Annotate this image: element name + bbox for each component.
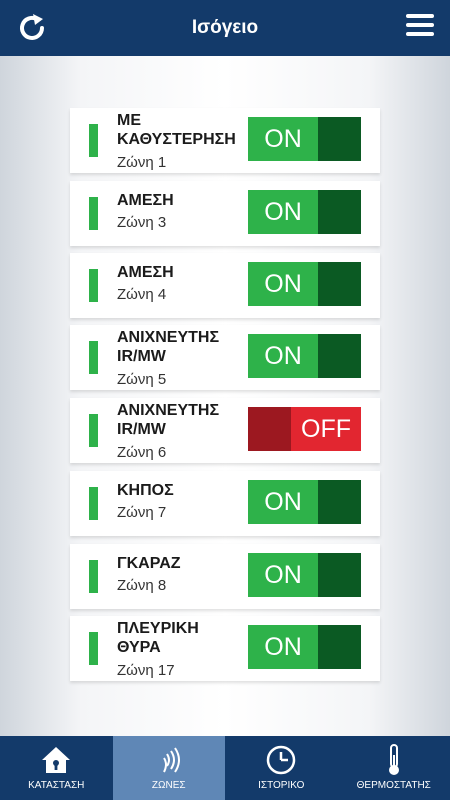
zone-toggle[interactable]: ON: [248, 553, 361, 597]
refresh-button[interactable]: [14, 10, 50, 46]
zone-card: ΑΝΙΧΝΕΥΤΗΣ IR/MW Ζώνη 6 OFF: [70, 398, 380, 463]
zone-toggle[interactable]: ON: [248, 190, 361, 234]
nav-item-thermostat[interactable]: ΘΕΡΜΟΣΤΑΤΗΣ: [338, 736, 450, 800]
zone-status-indicator: [89, 414, 98, 447]
home-icon: [40, 743, 72, 777]
thermometer-icon: [378, 743, 410, 777]
zone-status-indicator: [89, 560, 98, 593]
zone-card: ΑΜΕΣΗ Ζώνη 4 ON: [70, 253, 380, 318]
refresh-icon: [20, 14, 44, 40]
toggle-label: ON: [248, 334, 318, 378]
page-title: Ισόγειο: [191, 17, 259, 38]
zone-name: ΑΝΙΧΝΕΥΤΗΣ IR/MW: [117, 329, 220, 365]
wireless-icon: [153, 743, 185, 777]
bottom-navigation: ΚΑΤΑΣΤΑΣΗ ΖΩΝΕΣ ΙΣΤΟΡΙΚΟ ΘΕΡΜΟΣΤΑΤΗΣ: [0, 736, 450, 800]
nav-item-label: ΘΕΡΜΟΣΤΑΤΗΣ: [356, 780, 431, 791]
toggle-knob: [318, 334, 361, 378]
zone-status-indicator: [89, 124, 98, 157]
zone-name: ΓΚΑΡΑΖ: [117, 555, 181, 572]
toggle-knob: [248, 407, 291, 451]
zone-card: ΠΛΕΥΡΙΚΗ ΘΥΡΑ Ζώνη 17 ON: [70, 616, 380, 681]
zone-number: Ζώνη 3: [117, 214, 167, 231]
zone-name: ΠΛΕΥΡΙΚΗ ΘΥΡΑ: [117, 620, 199, 656]
toggle-knob: [318, 553, 361, 597]
clock-icon: [265, 743, 297, 777]
zone-number: Ζώνη 5: [117, 371, 167, 388]
zone-card: ΑΝΙΧΝΕΥΤΗΣ IR/MW Ζώνη 5 ON: [70, 325, 380, 390]
zone-toggle[interactable]: ON: [248, 334, 361, 378]
zone-number: Ζώνη 6: [117, 444, 167, 461]
zone-toggle[interactable]: ON: [248, 480, 361, 524]
nav-item-label: ΚΑΤΑΣΤΑΣΗ: [28, 780, 85, 791]
zone-name: ΑΜΕΣΗ: [117, 192, 174, 209]
zone-toggle[interactable]: ON: [248, 262, 361, 306]
zone-name: ΜΕ ΚΑΘΥΣΤΕΡΗΣΗ: [117, 112, 236, 148]
toggle-label: ON: [248, 553, 318, 597]
zone-card: ΜΕ ΚΑΘΥΣΤΕΡΗΣΗ Ζώνη 1 ON: [70, 108, 380, 173]
zone-status-indicator: [89, 197, 98, 230]
zone-toggle[interactable]: ON: [248, 625, 361, 669]
zone-status-indicator: [89, 269, 98, 302]
toggle-knob: [318, 625, 361, 669]
nav-item-label: ΙΣΤΟΡΙΚΟ: [258, 780, 305, 791]
toggle-label: ON: [248, 117, 318, 161]
zone-status-indicator: [89, 487, 98, 520]
zone-name: ΚΗΠΟΣ: [117, 482, 174, 499]
zone-name: ΑΝΙΧΝΕΥΤΗΣ IR/MW: [117, 402, 220, 438]
zone-card: ΓΚΑΡΑΖ Ζώνη 8 ON: [70, 544, 380, 609]
toggle-knob: [318, 117, 361, 161]
nav-item-zones[interactable]: ΖΩΝΕΣ: [112, 736, 225, 800]
zone-number: Ζώνη 1: [117, 154, 167, 171]
toggle-knob: [318, 190, 361, 234]
zone-status-indicator: [89, 632, 98, 665]
toggle-label: ON: [248, 190, 318, 234]
toggle-label: OFF: [291, 407, 361, 451]
toggle-label: ON: [248, 480, 318, 524]
toggle-knob: [318, 480, 361, 524]
nav-item-status[interactable]: ΚΑΤΑΣΤΑΣΗ: [0, 736, 113, 800]
toggle-knob: [318, 262, 361, 306]
zone-card: ΑΜΕΣΗ Ζώνη 3 ON: [70, 181, 380, 246]
hamburger-icon: [406, 14, 434, 36]
zone-name: ΑΜΕΣΗ: [117, 264, 174, 281]
zone-number: Ζώνη 7: [117, 504, 167, 521]
zone-number: Ζώνη 4: [117, 286, 167, 303]
toggle-label: ON: [248, 625, 318, 669]
zone-status-indicator: [89, 341, 98, 374]
app-header: Ισόγειο: [0, 0, 450, 56]
nav-item-label: ΖΩΝΕΣ: [151, 780, 186, 791]
zone-number: Ζώνη 17: [117, 662, 175, 679]
nav-item-history[interactable]: ΙΣΤΟΡΙΚΟ: [225, 736, 338, 800]
zone-toggle[interactable]: ON: [248, 117, 361, 161]
zone-toggle[interactable]: OFF: [248, 407, 361, 451]
toggle-label: ON: [248, 262, 318, 306]
zone-card: ΚΗΠΟΣ Ζώνη 7 ON: [70, 471, 380, 536]
zone-number: Ζώνη 8: [117, 577, 167, 594]
menu-button[interactable]: [406, 14, 434, 40]
